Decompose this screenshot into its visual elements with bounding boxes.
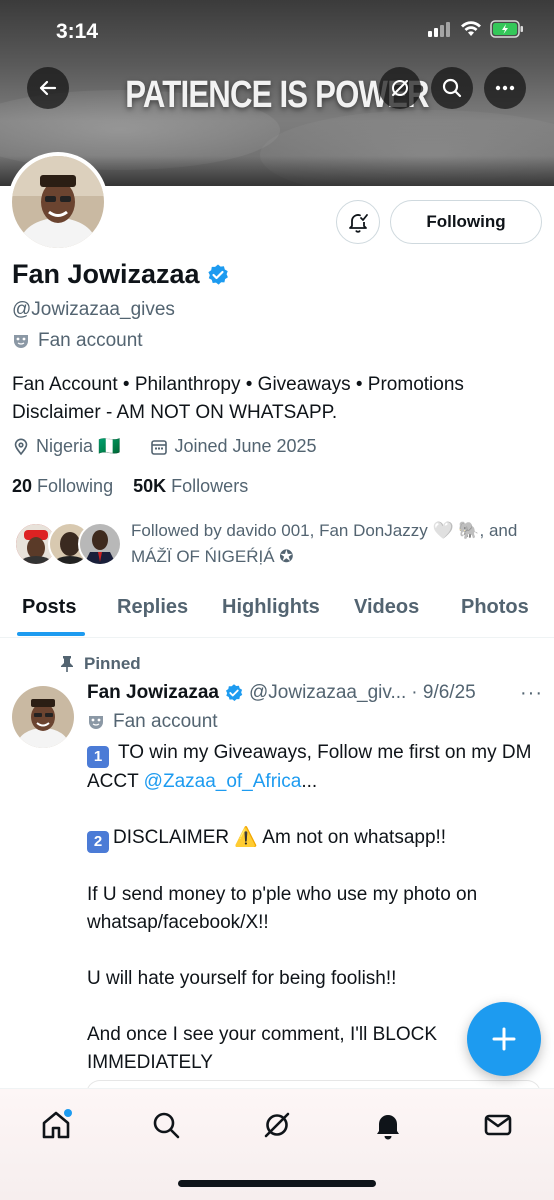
nav-search[interactable] <box>146 1105 186 1145</box>
mask-icon <box>89 716 103 729</box>
following-count-link[interactable]: 20 Following <box>12 476 113 496</box>
affiliation-label: Fan account <box>12 330 143 352</box>
back-icon <box>39 80 57 96</box>
bell-check-icon <box>349 214 368 233</box>
profile-name-row: Fan Jowizazaa <box>12 259 230 290</box>
post-affiliation-label: Fan account <box>87 711 218 733</box>
account-label-text: Fan account <box>38 330 143 351</box>
profile-name: Fan Jowizazaa <box>12 259 200 289</box>
notifications-icon <box>377 1115 399 1140</box>
followed-by-avatars <box>14 522 124 568</box>
status-icons <box>428 20 524 38</box>
post-account-label: Fan account <box>113 711 218 732</box>
status-time: 3:14 <box>56 20 99 43</box>
followed-by-text: Followed by davido 001, Fan DonJazzy 🤍 🐘… <box>131 521 518 566</box>
post-date[interactable]: · 9/6/25 <box>411 682 475 704</box>
post-line-2: DISCLAIMER ⚠️ Am not on whatsapp!! <box>113 827 447 848</box>
post-more-button[interactable]: ··· <box>520 682 543 705</box>
verified-icon <box>226 684 243 701</box>
verified-icon[interactable] <box>206 263 230 287</box>
grok-button[interactable] <box>379 67 421 109</box>
compose-post-button[interactable] <box>467 1002 541 1076</box>
nav-notifications[interactable] <box>368 1105 408 1145</box>
profile-avatar[interactable] <box>8 152 108 252</box>
keycap-2-emoji: 2 <box>87 831 109 853</box>
joined-date: Joined June 2025 <box>174 436 317 456</box>
post-paragraph: U will hate yourself for being foolish!! <box>87 968 397 989</box>
pinned-indicator: Pinned <box>60 654 141 674</box>
post-author-avatar[interactable] <box>12 686 74 748</box>
tab-replies[interactable]: Replies <box>117 596 188 619</box>
tab-highlights[interactable]: Highlights <box>222 596 320 619</box>
calendar-icon <box>151 439 168 455</box>
keycap-1-emoji: 1 <box>87 746 109 768</box>
messages-icon <box>484 1114 512 1136</box>
followers-count: 50K <box>133 476 167 496</box>
profile-tabs: Posts Replies Highlights Videos Photos <box>0 586 554 638</box>
mention-link[interactable]: @Zazaa_of_Africa <box>144 771 302 792</box>
plus-icon <box>492 1027 516 1051</box>
follower-avatar <box>78 522 122 566</box>
following-count: 20 <box>12 476 33 496</box>
post-author-handle[interactable]: @Jowizazaa_giv... <box>249 682 406 704</box>
tab-photos[interactable]: Photos <box>461 596 529 619</box>
nav-grok[interactable] <box>257 1105 297 1145</box>
search-button[interactable] <box>431 67 473 109</box>
pin-icon <box>61 656 73 672</box>
followers-count-link[interactable]: 50K Followers <box>133 476 248 496</box>
battery-icon <box>490 20 523 38</box>
notifications-toggle-button[interactable] <box>336 200 380 244</box>
post-author-name[interactable]: Fan Jowizazaa <box>87 682 219 704</box>
tab-videos[interactable]: Videos <box>354 596 419 619</box>
back-button[interactable] <box>27 67 69 109</box>
post-paragraph: 2 DISCLAIMER ⚠️ Am not on whatsapp!! <box>87 824 537 853</box>
search-icon <box>442 78 462 98</box>
more-icon <box>495 85 515 91</box>
post-ellipsis: ... <box>301 771 318 792</box>
profile-bio: Fan Account • Philanthropy • Giveaways •… <box>12 374 464 423</box>
profile-handle: @Jowizazaa_gives <box>12 299 175 320</box>
signal-icon <box>428 22 450 37</box>
nav-grok-icon <box>264 1112 290 1138</box>
location-icon <box>14 438 28 455</box>
pinned-label: Pinned <box>84 654 141 673</box>
avatar-photo <box>12 156 104 248</box>
active-tab-indicator <box>17 632 85 636</box>
post-header: Fan Jowizazaa @Jowizazaa_giv... · 9/6/25 <box>87 682 476 704</box>
nav-search-icon <box>153 1112 180 1139</box>
tab-posts[interactable]: Posts <box>22 596 76 619</box>
grok-icon <box>392 80 408 96</box>
followers-label: Followers <box>171 476 249 496</box>
following-button[interactable]: Following <box>390 200 542 244</box>
home-indicator[interactable] <box>178 1180 376 1187</box>
following-label: Following <box>37 476 114 496</box>
more-button[interactable] <box>484 67 526 109</box>
mask-icon <box>14 335 28 348</box>
profile-meta: Nigeria 🇳🇬 Joined June 2025 <box>12 436 317 457</box>
follow-counts: 20 Following 50K Followers <box>12 476 248 497</box>
post-paragraph: If U send money to p'ple who use my phot… <box>87 884 478 933</box>
location-text: Nigeria 🇳🇬 <box>36 436 121 456</box>
home-notification-dot <box>64 1109 72 1117</box>
post-paragraph: 1 TO win my Giveaways, Follow me first o… <box>87 739 537 796</box>
followed-by-row[interactable]: Followed by davido 001, Fan DonJazzy 🤍 🐘… <box>12 518 542 574</box>
wifi-icon <box>461 21 481 36</box>
status-bar: 3:14 <box>0 0 554 60</box>
nav-messages[interactable] <box>478 1105 518 1145</box>
post-avatar-photo <box>12 686 74 748</box>
nav-home[interactable] <box>36 1105 76 1145</box>
